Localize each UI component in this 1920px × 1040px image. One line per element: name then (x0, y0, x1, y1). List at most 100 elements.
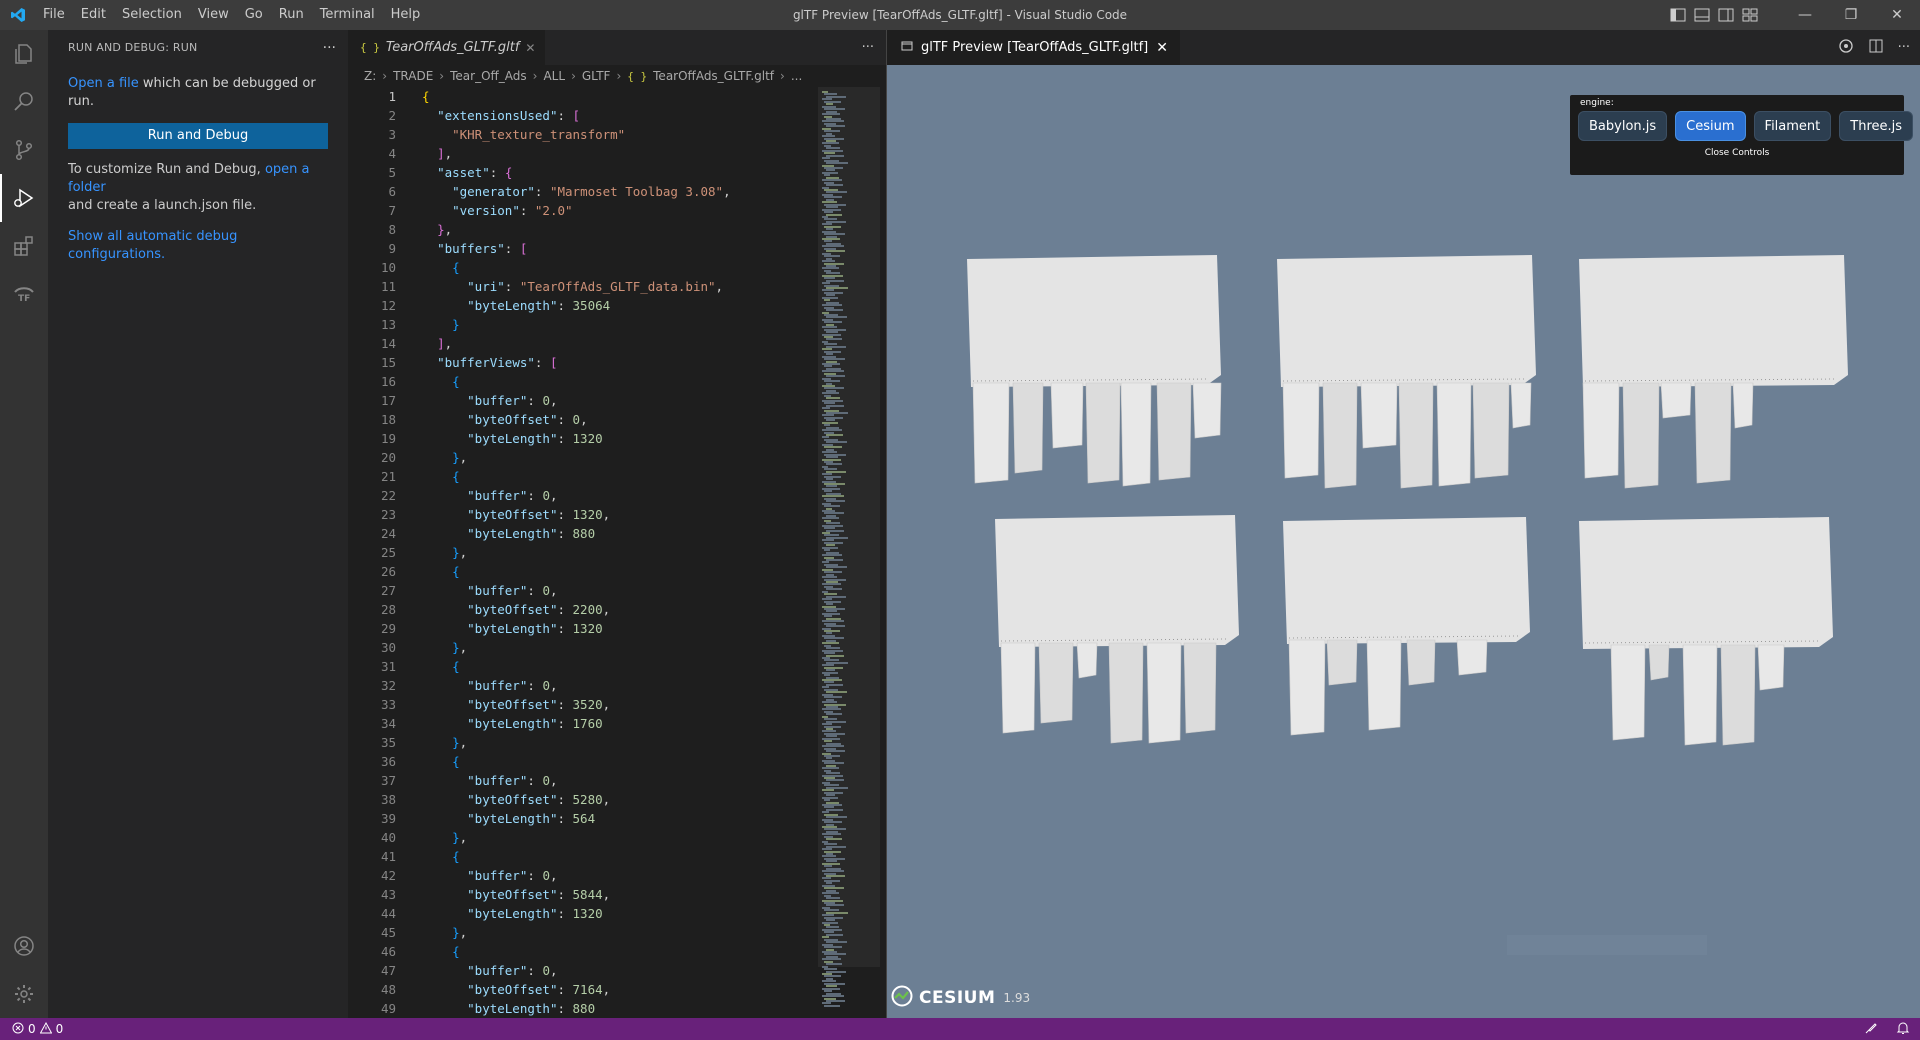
code-line[interactable]: 7 "version": "2.0" (348, 201, 808, 220)
code-line[interactable]: 10 { (348, 258, 808, 277)
breadcrumb-tear-off-ads[interactable]: Tear_Off_Ads (450, 69, 527, 83)
notifications-bell-icon[interactable] (1896, 1021, 1910, 1038)
restore-icon[interactable]: ❐ (1828, 0, 1874, 30)
code-line[interactable]: 45 }, (348, 923, 808, 942)
engine-threejs-button[interactable]: Three.js (1839, 111, 1914, 141)
close-tab-icon[interactable]: ✕ (525, 41, 535, 55)
breadcrumb-trade[interactable]: TRADE (393, 69, 433, 83)
code-line[interactable]: 27 "buffer": 0, (348, 581, 808, 600)
code-line[interactable]: 47 "buffer": 0, (348, 961, 808, 980)
code-line[interactable]: 1{ (348, 87, 808, 106)
vscode-logo-icon[interactable] (0, 0, 35, 30)
source-control-icon[interactable] (0, 126, 48, 174)
code-line[interactable]: 20 }, (348, 448, 808, 467)
code-line[interactable]: 31 { (348, 657, 808, 676)
code-line[interactable]: 15 "bufferViews": [ (348, 353, 808, 372)
code-line[interactable]: 41 { (348, 847, 808, 866)
terraform-icon[interactable]: TF (0, 270, 48, 318)
problems-indicator[interactable]: 0 0 (0, 1021, 63, 1037)
code-line[interactable]: 22 "buffer": 0, (348, 486, 808, 505)
editor-more-actions-icon[interactable]: ··· (862, 30, 874, 65)
search-icon[interactable] (0, 78, 48, 126)
code-line[interactable]: 4 ], (348, 144, 808, 163)
preview-more-actions-icon[interactable]: ··· (1898, 40, 1910, 55)
code-line[interactable]: 2 "extensionsUsed": [ (348, 106, 808, 125)
minimap[interactable] (820, 87, 876, 1018)
code-line[interactable]: 6 "generator": "Marmoset Toolbag 3.08", (348, 182, 808, 201)
code-line[interactable]: 3 "KHR_texture_transform" (348, 125, 808, 144)
code-line[interactable]: 30 }, (348, 638, 808, 657)
run-debug-icon[interactable] (0, 174, 48, 222)
code-line[interactable]: 35 }, (348, 733, 808, 752)
code-line[interactable]: 38 "byteOffset": 5280, (348, 790, 808, 809)
show-all-debug-configs-link[interactable]: Show all automatic debug configurations. (68, 229, 237, 262)
run-and-debug-button[interactable]: Run and Debug (68, 123, 328, 149)
menu-selection[interactable]: Selection (114, 0, 190, 30)
code-line[interactable]: 23 "byteOffset": 1320, (348, 505, 808, 524)
close-preview-tab-icon[interactable]: ✕ (1156, 40, 1168, 56)
code-line[interactable]: 17 "buffer": 0, (348, 391, 808, 410)
code-line[interactable]: 32 "buffer": 0, (348, 676, 808, 695)
code-line[interactable]: 21 { (348, 467, 808, 486)
tab-gltf-preview[interactable]: glTF Preview [TearOffAds_GLTF.gltf] ✕ (887, 30, 1180, 65)
code-line[interactable]: 13 } (348, 315, 808, 334)
menu-go[interactable]: Go (237, 0, 271, 30)
breadcrumb-symbol[interactable]: ... (791, 69, 802, 83)
code-line[interactable]: 49 "byteLength": 880 (348, 999, 808, 1018)
code-line[interactable]: 16 { (348, 372, 808, 391)
breadcrumb-file[interactable]: TearOffAds_GLTF.gltf (653, 69, 774, 83)
minimize-icon[interactable]: — (1782, 0, 1828, 30)
open-file-link[interactable]: Open a file (68, 76, 139, 91)
code-line[interactable]: 25 }, (348, 543, 808, 562)
toggle-sidebar-icon[interactable] (1668, 5, 1688, 25)
breadcrumb-all[interactable]: ALL (543, 69, 565, 83)
breadcrumb-gltf[interactable]: GLTF (582, 69, 611, 83)
code-line[interactable]: 18 "byteOffset": 0, (348, 410, 808, 429)
code-line[interactable]: 14 ], (348, 334, 808, 353)
menu-view[interactable]: View (190, 0, 237, 30)
menu-edit[interactable]: Edit (73, 0, 114, 30)
code-line[interactable]: 48 "byteOffset": 7164, (348, 980, 808, 999)
close-controls-button[interactable]: Close Controls (1570, 148, 1904, 158)
code-line[interactable]: 44 "byteLength": 1320 (348, 904, 808, 923)
cesium-credit[interactable]: CESIUM 1.93 (891, 985, 1030, 1011)
code-line[interactable]: 33 "byteOffset": 3520, (348, 695, 808, 714)
code-line[interactable]: 12 "byteLength": 35064 (348, 296, 808, 315)
code-area[interactable]: 1{2 "extensionsUsed": [3 "KHR_texture_tr… (348, 87, 808, 1018)
code-line[interactable]: 29 "byteLength": 1320 (348, 619, 808, 638)
engine-filament-button[interactable]: Filament (1753, 111, 1832, 141)
code-line[interactable]: 34 "byteLength": 1760 (348, 714, 808, 733)
code-line[interactable]: 42 "buffer": 0, (348, 866, 808, 885)
settings-gear-icon[interactable] (0, 970, 48, 1018)
code-line[interactable]: 5 "asset": { (348, 163, 808, 182)
menu-file[interactable]: File (35, 0, 73, 30)
menu-help[interactable]: Help (383, 0, 429, 30)
code-line[interactable]: 8 }, (348, 220, 808, 239)
code-line[interactable]: 19 "byteLength": 1320 (348, 429, 808, 448)
accounts-icon[interactable] (0, 922, 48, 970)
gltf-action-icon[interactable] (1838, 38, 1854, 58)
menu-run[interactable]: Run (271, 0, 312, 30)
code-line[interactable]: 26 { (348, 562, 808, 581)
code-line[interactable]: 43 "byteOffset": 5844, (348, 885, 808, 904)
engine-cesium-button[interactable]: Cesium (1675, 111, 1746, 141)
close-window-icon[interactable]: ✕ (1874, 0, 1920, 30)
toggle-panel-icon[interactable] (1692, 5, 1712, 25)
extensions-icon[interactable] (0, 222, 48, 270)
split-editor-icon[interactable] (1868, 38, 1884, 58)
engine-babylonjs-button[interactable]: Babylon.js (1578, 111, 1668, 141)
explorer-icon[interactable] (0, 30, 48, 78)
3d-viewport[interactable]: engine: Babylon.js Cesium Filament Three… (887, 65, 1920, 1018)
code-line[interactable]: 39 "byteLength": 564 (348, 809, 808, 828)
menu-terminal[interactable]: Terminal (312, 0, 383, 30)
code-line[interactable]: 24 "byteLength": 880 (348, 524, 808, 543)
code-line[interactable]: 11 "uri": "TearOffAds_GLTF_data.bin", (348, 277, 808, 296)
more-actions-icon[interactable]: ··· (323, 40, 336, 56)
toggle-secondary-sidebar-icon[interactable] (1716, 5, 1736, 25)
code-line[interactable]: 36 { (348, 752, 808, 771)
breadcrumb-drive[interactable]: Z: (364, 69, 376, 83)
code-line[interactable]: 46 { (348, 942, 808, 961)
customize-layout-icon[interactable] (1740, 5, 1760, 25)
code-line[interactable]: 28 "byteOffset": 2200, (348, 600, 808, 619)
feedback-icon[interactable] (1864, 1021, 1878, 1038)
